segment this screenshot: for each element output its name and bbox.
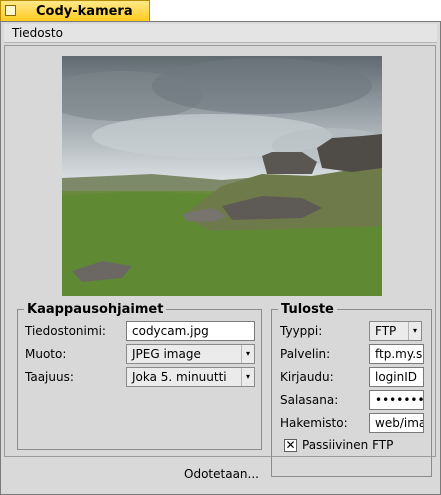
checkmark-icon: ✕ [285, 438, 296, 452]
window-close-box[interactable] [5, 5, 16, 16]
menu-bar: Tiedosto [4, 24, 437, 43]
login-input[interactable]: loginID [369, 367, 424, 387]
login-label: Kirjaudu: [280, 370, 334, 384]
server-label: Palvelin: [280, 347, 331, 361]
directory-label: Hakemisto: [280, 416, 348, 430]
format-label: Muoto: [25, 347, 67, 361]
format-select[interactable]: JPEG image ▾ [126, 344, 255, 364]
password-input[interactable]: •••••••• [369, 390, 424, 410]
camera-preview-image [62, 56, 382, 296]
format-select-value: JPEG image [132, 347, 201, 361]
capture-controls-legend: Kaappausohjaimet [24, 302, 167, 317]
frequency-select[interactable]: Joka 5. minuutti ▾ [126, 367, 255, 387]
filename-input[interactable]: codycam.jpg [126, 321, 255, 341]
server-input[interactable]: ftp.my.s [369, 344, 424, 364]
passive-ftp-label[interactable]: Passiivinen FTP [302, 438, 393, 452]
type-select-value: FTP [375, 324, 397, 338]
app-window: Tiedosto Kaappausohjaimet Tiedostonimi: … [0, 21, 441, 495]
frequency-label: Taajuus: [25, 370, 74, 384]
type-label: Tyyppi: [280, 324, 323, 338]
password-label: Salasana: [280, 393, 339, 407]
filename-label: Tiedostonimi: [25, 324, 106, 338]
window-title: Cody-kamera [36, 4, 133, 19]
output-legend: Tuloste [278, 302, 337, 317]
passive-ftp-checkbox[interactable]: ✕ [284, 439, 297, 452]
directory-input[interactable]: web/ima [369, 413, 424, 433]
chevron-down-icon: ▾ [241, 345, 254, 363]
landscape-photo [62, 56, 382, 296]
chevron-down-icon: ▾ [408, 322, 421, 340]
type-select[interactable]: FTP ▾ [369, 321, 422, 341]
content-panel: Kaappausohjaimet Tiedostonimi: codycam.j… [4, 45, 436, 477]
chevron-down-icon: ▾ [241, 368, 254, 386]
window-title-tab[interactable]: Cody-kamera [0, 0, 150, 21]
status-text: Odotetaan... [184, 467, 259, 481]
frequency-select-value: Joka 5. minuutti [132, 370, 227, 384]
menu-file[interactable]: Tiedosto [12, 26, 63, 40]
